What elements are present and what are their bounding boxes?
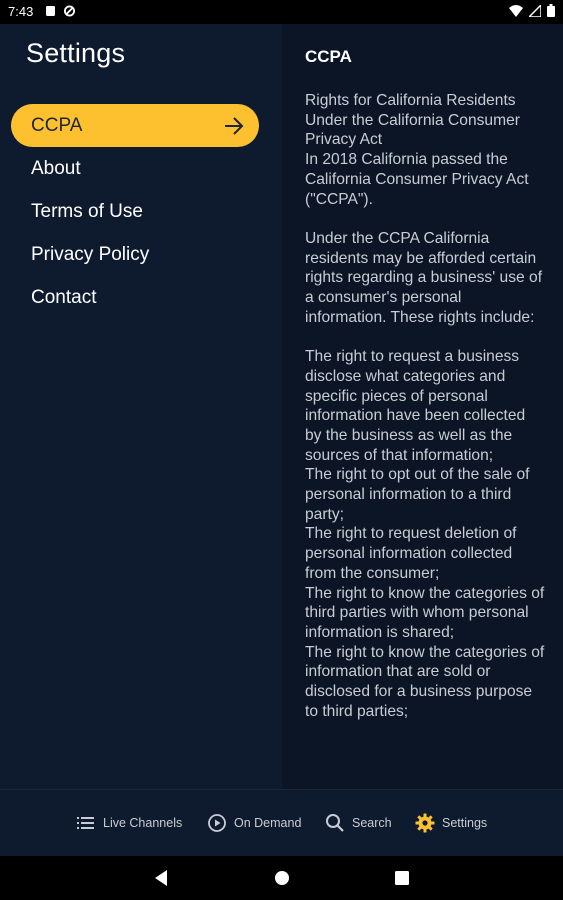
tab-label: On Demand <box>234 816 302 830</box>
tab-label: Search <box>352 816 392 830</box>
nav-item-privacy-policy[interactable]: Privacy Policy <box>0 233 282 276</box>
status-time: 7:43 <box>8 4 34 19</box>
battery-icon <box>547 4 555 17</box>
settings-sidebar: Settings CCPA About Terms of Use Privacy… <box>0 24 282 789</box>
tab-live-channels[interactable]: Live Channels <box>76 812 182 834</box>
search-icon <box>326 814 344 832</box>
system-navigation-bar <box>0 856 563 900</box>
detail-panel[interactable]: CCPA Rights for California Residents Und… <box>282 24 563 789</box>
nav-item-contact[interactable]: Contact <box>0 276 282 319</box>
nav-item-about[interactable]: About <box>0 147 282 190</box>
cell-signal-icon <box>529 4 541 17</box>
back-button-icon[interactable] <box>153 869 169 887</box>
nav-item-ccpa[interactable]: CCPA <box>11 104 259 147</box>
data-saver-icon <box>64 5 75 17</box>
tab-search[interactable]: Search <box>325 812 392 834</box>
nav-item-label: About <box>31 158 81 179</box>
nav-item-label: Privacy Policy <box>31 244 150 265</box>
wifi-icon <box>509 4 523 17</box>
tab-label: Live Channels <box>103 816 183 830</box>
detail-body-text: Rights for California Residents Under th… <box>305 92 545 720</box>
tab-on-demand[interactable]: On Demand <box>207 812 301 834</box>
status-bar: 7:43 <box>0 0 563 24</box>
home-button-icon[interactable] <box>274 869 290 887</box>
tab-settings[interactable]: Settings <box>415 812 487 834</box>
recents-button-icon[interactable] <box>394 869 410 887</box>
settings-nav: CCPA About Terms of Use Privacy Policy C… <box>0 104 282 319</box>
bottom-tab-bar: Live Channels On Demand Search Settings <box>0 789 563 857</box>
nav-item-label: CCPA <box>31 115 83 136</box>
page-title: Settings <box>26 38 126 68</box>
tab-label: Settings <box>442 816 488 830</box>
nav-item-terms-of-use[interactable]: Terms of Use <box>0 190 282 233</box>
nav-item-label: Terms of Use <box>31 201 143 222</box>
gear-icon <box>415 813 435 833</box>
play-circle-icon <box>208 814 226 832</box>
arrow-right-icon <box>225 117 244 135</box>
detail-title: CCPA <box>305 47 352 66</box>
sim-card-icon <box>46 6 55 16</box>
nav-item-label: Contact <box>31 287 97 308</box>
list-icon <box>77 817 94 829</box>
